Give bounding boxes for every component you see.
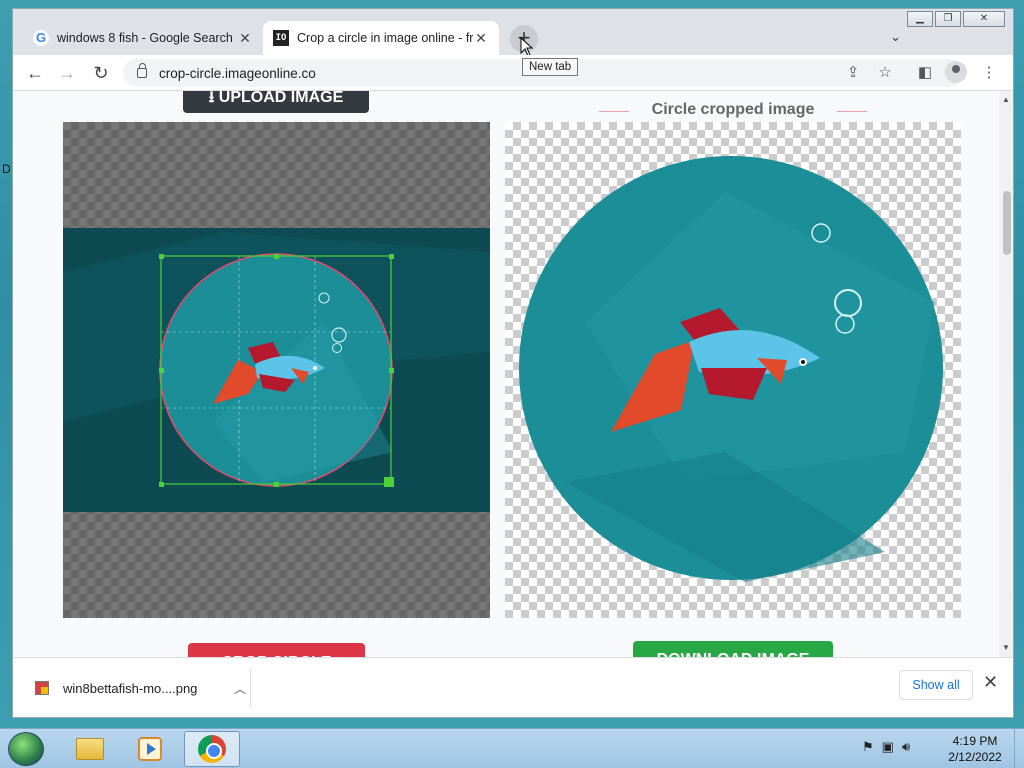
minimize-button[interactable]: ▁: [907, 11, 933, 27]
scroll-up-icon[interactable]: ▲: [1002, 95, 1010, 104]
tab-google-search[interactable]: G windows 8 fish - Google Search ✕: [23, 21, 263, 55]
download-image-button[interactable]: DOWNLOAD IMAGE: [633, 641, 833, 657]
page-content: ⭳ UPLOAD IMAGE Circle cropped image: [13, 91, 999, 657]
download-item[interactable]: win8bettafish-mo....png ︿: [21, 668, 251, 708]
bookmark-star-icon[interactable]: ☆: [875, 63, 895, 83]
imageonline-icon: IO: [273, 30, 289, 46]
cropped-image: [519, 156, 943, 582]
menu-dots-icon[interactable]: ⋮: [979, 63, 999, 83]
url-text: crop-circle.imageonline.co: [159, 65, 316, 81]
scroll-down-icon[interactable]: ▼: [1002, 643, 1010, 652]
mouse-cursor-icon: [520, 37, 534, 57]
lock-icon: [137, 63, 147, 78]
share-icon[interactable]: ⇪: [843, 63, 863, 83]
tab-crop-circle[interactable]: IO Crop a circle in image online - fre ✕: [263, 21, 499, 55]
page-scrollbar[interactable]: ▲ ▼: [999, 91, 1013, 657]
desktop-edge-text: D: [2, 162, 11, 176]
profile-avatar-icon[interactable]: [945, 61, 967, 83]
side-panel-icon[interactable]: ◧: [915, 63, 935, 83]
network-icon[interactable]: ▣: [882, 739, 894, 755]
image-file-icon: [35, 681, 49, 695]
browser-window: G windows 8 fish - Google Search ✕ IO Cr…: [12, 8, 1014, 718]
crop-circle-button[interactable]: CROP CIRCLE: [188, 643, 365, 657]
forward-arrow-icon[interactable]: →: [55, 61, 79, 85]
clock-time: 4:19 PM: [952, 734, 998, 748]
show-all-button[interactable]: Show all: [899, 670, 973, 700]
tab-title: windows 8 fish - Google Search: [57, 31, 233, 45]
preview-title: Circle cropped image: [599, 101, 867, 119]
close-icon[interactable]: ✕: [473, 30, 489, 47]
system-tray: ⚑ ▣ 🔊︎: [862, 739, 910, 755]
close-icon[interactable]: ✕: [237, 30, 253, 47]
google-icon: G: [33, 30, 49, 46]
preview-canvas: [505, 122, 961, 618]
tab-strip: G windows 8 fish - Google Search ✕ IO Cr…: [13, 9, 1013, 57]
folder-icon: [76, 738, 104, 760]
clock[interactable]: 4:19 PM 2/12/2022: [940, 733, 1010, 765]
scroll-thumb[interactable]: [1003, 191, 1011, 255]
taskbar-media-player[interactable]: [122, 731, 178, 767]
close-icon[interactable]: ✕: [983, 672, 998, 693]
tab-title: Crop a circle in image online - fre: [297, 31, 473, 45]
volume-icon[interactable]: 🔊︎: [902, 739, 910, 755]
window-close-button[interactable]: ✕: [963, 11, 1005, 27]
upload-image-button[interactable]: ⭳ UPLOAD IMAGE: [183, 91, 369, 113]
upload-label: UPLOAD IMAGE: [218, 91, 344, 106]
reload-icon[interactable]: ↻: [89, 61, 113, 85]
start-orb-icon[interactable]: [8, 732, 44, 766]
chrome-icon: [198, 735, 226, 763]
maximize-button[interactable]: ❐: [935, 11, 961, 27]
new-tab-tooltip: New tab: [522, 58, 579, 76]
action-center-flag-icon[interactable]: ⚑: [862, 739, 874, 755]
back-arrow-icon[interactable]: ←: [23, 61, 47, 85]
taskbar-explorer[interactable]: [62, 731, 118, 767]
upload-icon: ⭳: [208, 91, 219, 106]
media-player-icon: [138, 737, 162, 761]
chevron-up-icon[interactable]: ︿: [230, 680, 250, 697]
show-desktop-button[interactable]: [1014, 729, 1024, 768]
browser-toolbar: ← → ↻ crop-circle.imageonline.co ⇪ ☆ ◧ ⋮: [13, 55, 1013, 91]
download-filename: win8bettafish-mo....png: [63, 680, 198, 696]
taskbar-chrome[interactable]: [184, 731, 240, 767]
crop-editor-canvas[interactable]: [63, 122, 490, 618]
taskbar: ⚑ ▣ 🔊︎ 4:19 PM 2/12/2022: [0, 728, 1024, 768]
clock-date: 2/12/2022: [948, 750, 1002, 764]
download-shelf: win8bettafish-mo....png ︿ Show all ✕: [13, 657, 1013, 717]
editor-image: [63, 228, 490, 512]
tab-search-chevron-icon[interactable]: ⌄: [890, 29, 901, 45]
window-caption-buttons: ▁ ❐ ✕: [905, 11, 1005, 27]
